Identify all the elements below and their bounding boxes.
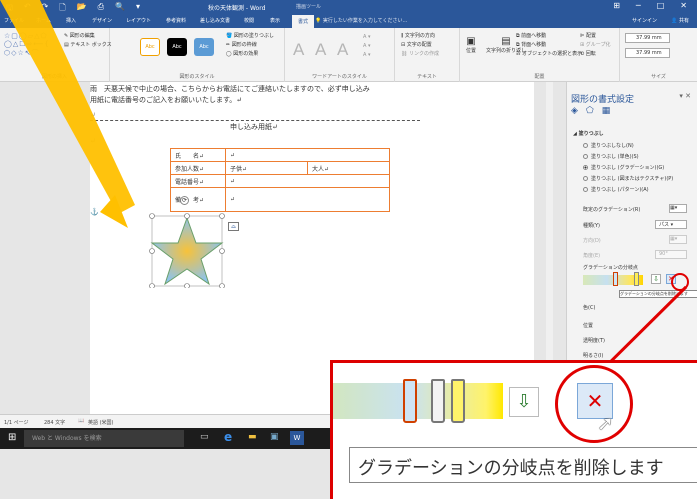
- zoom-stop-selected: [403, 379, 417, 423]
- callout-region: [600, 260, 697, 300]
- mouse-cursor-icon: ➚: [597, 411, 614, 435]
- zoom-stop-yellow: [451, 379, 465, 423]
- zoom-add-stop-icon: ⇩: [509, 387, 539, 417]
- zoom-tooltip: グラデーションの分岐点を削除します: [349, 447, 697, 483]
- zoom-highlight-circle: [555, 365, 633, 443]
- zoom-callout: ⇩ ✕ ➚ グラデーションの分岐点を削除します: [330, 360, 697, 499]
- callout-circle-small: [671, 273, 689, 291]
- zoom-stop: [431, 379, 445, 423]
- highlight-arrow: [0, 0, 135, 214]
- zoom-gradient-bar: [333, 383, 503, 419]
